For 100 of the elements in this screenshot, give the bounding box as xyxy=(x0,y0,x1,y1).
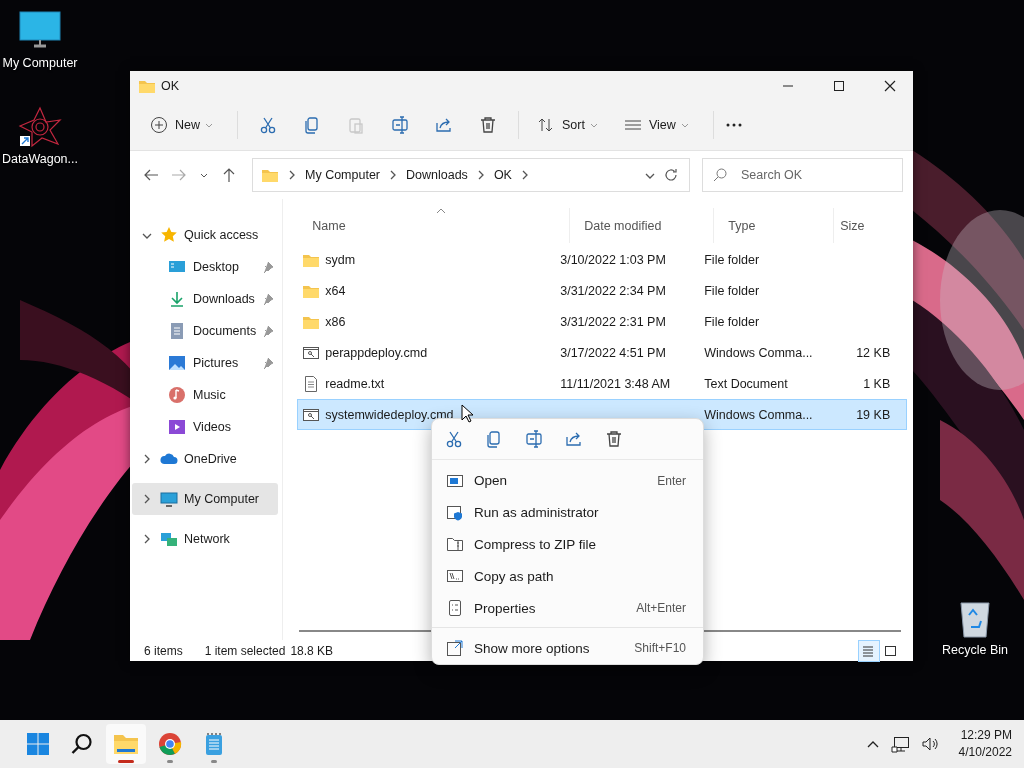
sidebar-item[interactable]: Quick access xyxy=(132,219,279,251)
column-header[interactable]: Date modified xyxy=(570,208,715,243)
date-cell: 3/31/2022 2:31 PM xyxy=(560,314,666,329)
type-cell: File folder xyxy=(704,314,760,329)
sidebar-item[interactable]: Desktop xyxy=(132,251,279,283)
file-row[interactable]: perappdeploy.cmd 3/17/2022 4:51 PM Windows Comma... 12 KB xyxy=(297,337,908,368)
caret-icon xyxy=(589,121,598,129)
pin-icon[interactable] xyxy=(262,261,275,273)
search-button[interactable] xyxy=(70,732,94,756)
file-name: systemwidedeploy.cmd xyxy=(325,407,454,422)
sort-button[interactable]: Sort xyxy=(529,110,606,140)
column-header[interactable]: Size xyxy=(834,208,907,243)
sidebar-item[interactable]: My Computer xyxy=(132,483,279,515)
date-cell: 3/10/2022 1:03 PM xyxy=(560,252,666,267)
document-icon xyxy=(168,322,186,340)
trash-icon[interactable] xyxy=(479,116,497,134)
type-cell: Windows Comma... xyxy=(704,407,813,422)
menu-item[interactable]: Properties Alt+Enter xyxy=(436,592,699,625)
column-header[interactable]: Name xyxy=(298,208,571,243)
file-row[interactable]: sydm 3/10/2022 1:03 PM File folder xyxy=(297,244,908,275)
address-bar[interactable]: My Computer Downloads OK xyxy=(252,158,690,192)
desktop-icon-label[interactable]: DataWagon... xyxy=(2,152,78,166)
date-cell: 11/11/2021 3:48 AM xyxy=(560,376,671,391)
file-row[interactable]: readme.txt 11/11/2021 3:48 AM Text Document 1 KB xyxy=(297,368,908,399)
sidebar-item[interactable]: Pictures xyxy=(132,347,279,379)
star-icon xyxy=(160,226,178,244)
sort-icon xyxy=(537,116,555,134)
file-row[interactable]: x86 3/31/2022 2:31 PM File folder xyxy=(297,306,908,337)
video-icon xyxy=(168,418,186,436)
menu-item[interactable]: Run as administrator xyxy=(436,496,699,529)
download-icon xyxy=(168,290,186,308)
clock-time[interactable]: 12:29 PM xyxy=(960,727,1012,744)
shortcut-text: Alt+Enter xyxy=(636,601,686,616)
start-button[interactable] xyxy=(26,732,50,756)
scissors-icon[interactable] xyxy=(445,429,463,448)
refresh-icon[interactable] xyxy=(663,167,679,183)
menu-item[interactable]: Compress to ZIP file xyxy=(436,528,699,561)
clock-date[interactable]: 4/10/2022 xyxy=(958,744,1012,761)
breadcrumb[interactable]: Downloads xyxy=(406,168,468,182)
view-button[interactable]: View xyxy=(615,110,697,140)
pin-icon[interactable] xyxy=(262,293,275,305)
zip-folder-icon xyxy=(446,535,464,554)
file-name: x86 xyxy=(325,314,346,329)
image-icon xyxy=(168,354,186,372)
folder-icon[interactable] xyxy=(113,732,139,756)
breadcrumb[interactable]: OK xyxy=(493,168,512,182)
pin-icon[interactable] xyxy=(262,325,275,337)
desktop-icon-label[interactable]: My Computer xyxy=(2,56,78,70)
pin-icon[interactable] xyxy=(262,357,275,369)
globe-icon[interactable] xyxy=(158,732,182,756)
selection-info: 1 item selected xyxy=(204,643,286,658)
computer-icon xyxy=(160,490,178,508)
item-count: 6 items xyxy=(144,643,183,658)
sidebar-item[interactable]: Network xyxy=(132,523,279,555)
breadcrumb[interactable]: My Computer xyxy=(305,168,381,182)
size-cell: 19 KB xyxy=(856,407,891,422)
search-field[interactable]: Search OK xyxy=(702,158,903,192)
sidebar-item[interactable]: Downloads xyxy=(132,283,279,315)
type-cell: File folder xyxy=(704,283,760,298)
file-row[interactable]: x64 3/31/2022 2:34 PM File folder xyxy=(297,275,908,306)
scissors-icon[interactable] xyxy=(259,116,277,134)
caret-icon xyxy=(680,121,689,129)
sidebar-item[interactable]: Documents xyxy=(132,315,279,347)
shortcut-text: Enter xyxy=(657,473,686,488)
copy-icon[interactable] xyxy=(303,116,321,134)
caret-icon xyxy=(205,121,213,129)
size-cell: 1 KB xyxy=(863,376,891,391)
menu-item[interactable]: Show more options Shift+F10 xyxy=(436,632,699,664)
plus-circle-icon xyxy=(150,116,168,134)
sidebar-item[interactable]: OneDrive xyxy=(132,443,279,475)
sidebar-item[interactable]: Videos xyxy=(132,411,279,443)
sidebar-item[interactable]: Music xyxy=(132,379,279,411)
copy-icon[interactable] xyxy=(485,429,503,448)
speaker-icon[interactable] xyxy=(920,735,941,753)
file-name: sydm xyxy=(325,252,356,267)
desktop-icon-label[interactable]: Recycle Bin xyxy=(942,643,1008,657)
network-icon xyxy=(160,530,178,548)
star-shape-icon[interactable] xyxy=(18,106,62,148)
shortcut-text: Shift+F10 xyxy=(634,641,686,656)
file-name: readme.txt xyxy=(325,376,385,391)
search-icon xyxy=(712,167,728,183)
sort-caret-icon xyxy=(436,208,447,214)
type-cell: Windows Comma... xyxy=(704,345,813,360)
date-cell: 3/31/2022 2:34 PM xyxy=(560,283,666,298)
rename-icon[interactable] xyxy=(525,429,543,448)
share-icon[interactable] xyxy=(435,116,453,134)
shield-window-icon xyxy=(446,503,464,522)
trash-icon[interactable] xyxy=(605,429,623,448)
type-cell: Text Document xyxy=(704,376,788,391)
monitor-icon[interactable] xyxy=(890,735,911,753)
rename-icon[interactable] xyxy=(391,116,409,134)
size-cell: 12 KB xyxy=(856,345,891,360)
menu-item[interactable]: Open Enter xyxy=(436,464,699,497)
menu-item[interactable]: Copy as path xyxy=(436,560,699,593)
file-name: x64 xyxy=(325,283,346,298)
new-button[interactable]: New xyxy=(142,110,221,140)
column-header[interactable]: Type xyxy=(714,208,835,243)
type-cell: File folder xyxy=(704,252,760,267)
selection-size: 18.8 KB xyxy=(290,643,334,658)
file-name: perappdeploy.cmd xyxy=(325,345,428,360)
